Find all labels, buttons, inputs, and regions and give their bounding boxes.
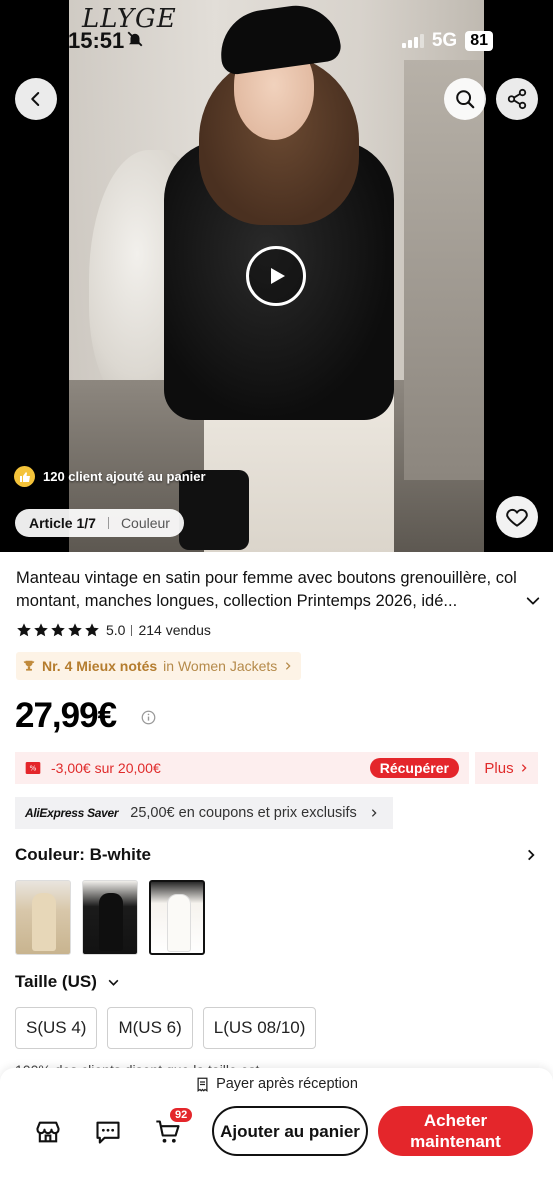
rank-label: Nr. 4 Mieux notés: [42, 658, 158, 674]
size-label: Taille (US): [15, 972, 97, 991]
color-label: Couleur: B-white: [15, 845, 151, 864]
network-type: 5G: [431, 30, 458, 51]
chevron-down-icon: [108, 979, 119, 986]
add-to-cart-button[interactable]: Ajouter au panier: [212, 1106, 368, 1156]
trophy-icon: [23, 660, 35, 671]
coupon-text: -3,00€ sur 20,00€: [51, 760, 161, 776]
star-icon: [68, 623, 82, 637]
coupon-bar[interactable]: % -3,00€ sur 20,00€ Récupérer: [15, 752, 469, 784]
rating-value: 5.0: [106, 622, 126, 638]
search-button[interactable]: [444, 78, 486, 120]
buy-now-button[interactable]: Acheter maintenant: [378, 1106, 533, 1156]
receipt-icon: [197, 1077, 208, 1092]
saver-text: 25,00€ en coupons et prix exclusifs: [130, 805, 357, 821]
size-option-s[interactable]: S(US 4): [15, 1007, 98, 1049]
more-coupons-label: Plus: [484, 759, 514, 777]
color-swatch-white[interactable]: [149, 880, 205, 955]
cart-added-notice: 120 client ajouté au panier: [14, 466, 206, 487]
ranking-badge[interactable]: Nr. 4 Mieux notés in Women Jackets: [16, 652, 302, 680]
product-page: LLYGE 15:51 5G 81 120 client ajouté au p…: [0, 0, 553, 1200]
silent-bell-icon: [127, 31, 143, 47]
color-swatch-black[interactable]: [82, 880, 138, 955]
sold-count: 214 vendus: [138, 622, 211, 638]
search-icon: [456, 90, 475, 109]
coupon-icon: %: [25, 762, 41, 774]
color-selector-header[interactable]: Couleur: B-white: [15, 845, 538, 865]
play-video-button[interactable]: [246, 246, 306, 306]
bottom-action-bar: Payer après réception 92 Ajouter au pani…: [0, 1068, 553, 1200]
play-icon: [271, 268, 285, 284]
chevron-down-icon[interactable]: [525, 593, 541, 609]
wishlist-button[interactable]: [496, 496, 538, 538]
signal-icon: [401, 34, 424, 48]
chevron-right-icon[interactable]: [524, 848, 538, 862]
aliexpress-saver-bar[interactable]: AliExpress Saver 25,00€ en coupons et pr…: [15, 797, 393, 829]
thumbs-up-icon: [14, 466, 35, 487]
cart-count-badge: 92: [170, 1108, 193, 1122]
cart-icon[interactable]: [154, 1118, 182, 1146]
size-option-l[interactable]: L(US 08/10): [202, 1007, 317, 1049]
star-icon: [85, 623, 99, 637]
battery-level: 81: [465, 31, 493, 51]
price: 27,99€: [15, 696, 117, 735]
heart-icon: [506, 508, 528, 527]
color-swatch-beige[interactable]: [15, 880, 71, 955]
size-option-m[interactable]: M(US 6): [107, 1007, 193, 1049]
size-selector-header[interactable]: Taille (US): [15, 972, 120, 992]
chevron-right-icon: [286, 662, 291, 670]
star-icon: [17, 623, 31, 637]
size-options: S(US 4) M(US 6) L(US 08/10): [15, 1007, 317, 1049]
svg-text:%: %: [30, 764, 37, 773]
share-icon: [507, 88, 527, 110]
store-icon[interactable]: [34, 1118, 62, 1146]
chat-icon[interactable]: [94, 1118, 122, 1146]
pay-on-delivery-note: Payer après réception: [0, 1076, 553, 1092]
claim-coupon-button[interactable]: Récupérer: [369, 758, 459, 778]
pay-note-text: Payer après réception: [216, 1076, 358, 1092]
share-button[interactable]: [496, 78, 538, 120]
status-time: 15:51: [68, 28, 125, 53]
rating-stars: [16, 622, 100, 638]
star-icon: [51, 623, 65, 637]
star-icon: [34, 623, 48, 637]
status-indicators: 5G 81: [401, 30, 493, 52]
product-title: Manteau vintage en satin pour femme avec…: [16, 569, 517, 610]
article-counter[interactable]: Article 1/7: [29, 515, 96, 531]
media-tab-pill[interactable]: Article 1/7 Couleur: [15, 509, 184, 537]
rating-row[interactable]: 5.0 214 vendus: [16, 622, 211, 638]
aliexpress-saver-logo: AliExpress Saver: [25, 806, 119, 820]
chevron-right-icon: [521, 764, 527, 772]
color-swatches: [15, 880, 205, 955]
product-media[interactable]: LLYGE 15:51 5G 81 120 client ajouté au p…: [0, 0, 553, 552]
info-icon[interactable]: [141, 710, 156, 725]
chevron-right-icon: [371, 809, 377, 817]
more-coupons-button[interactable]: Plus: [475, 752, 538, 784]
color-tab[interactable]: Couleur: [121, 515, 170, 531]
chevron-left-icon: [31, 92, 40, 106]
back-button[interactable]: [15, 78, 57, 120]
product-title-block[interactable]: Manteau vintage en satin pour femme avec…: [16, 567, 541, 613]
rank-category: in Women Jackets: [163, 658, 278, 674]
cart-added-text: 120 client ajouté au panier: [43, 469, 206, 484]
